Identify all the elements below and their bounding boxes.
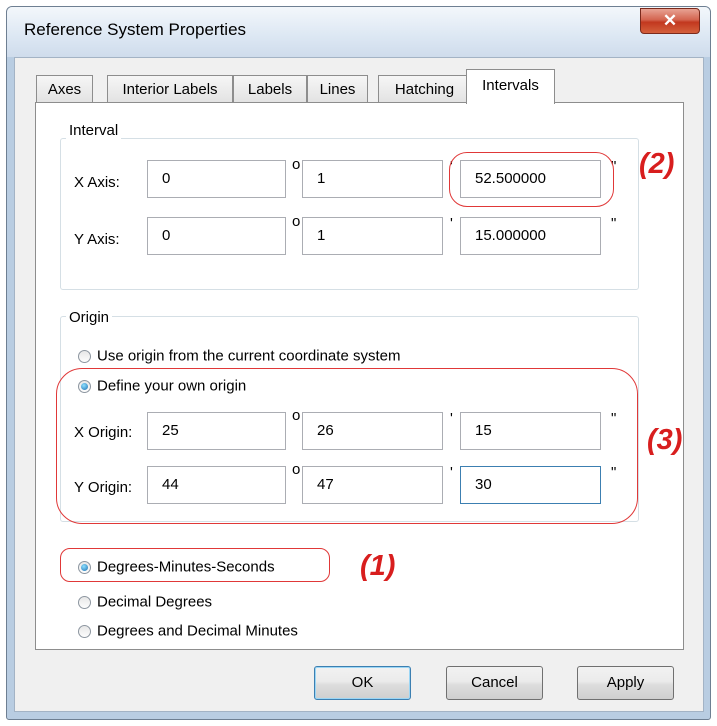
- annotation-label-3: (3): [647, 424, 683, 456]
- close-icon: ✕: [662, 11, 678, 30]
- use-current-origin-label: Use origin from the current coordinate s…: [97, 347, 401, 365]
- radio-unchecked-icon: [78, 349, 91, 363]
- x-axis-degrees-field[interactable]: 0: [147, 160, 286, 198]
- tab-interior-labels[interactable]: Interior Labels: [107, 75, 233, 103]
- ok-button[interactable]: OK: [314, 666, 411, 700]
- x-axis-minutes-field[interactable]: 1: [302, 160, 443, 198]
- y-axis-seconds-field[interactable]: 15.000000: [460, 217, 601, 255]
- decimal-degrees-label: Decimal Degrees: [97, 593, 213, 611]
- degrees-decimal-minutes-label: Degrees and Decimal Minutes: [97, 622, 298, 640]
- y-axis-label: Y Axis:: [74, 231, 120, 248]
- origin-group-label: Origin: [66, 309, 113, 326]
- degree-symbol: o: [292, 156, 301, 173]
- degrees-decimal-minutes-radio[interactable]: Degrees and Decimal Minutes: [78, 622, 298, 642]
- interval-group-label: Interval: [66, 122, 122, 139]
- annotation-outline-3: [56, 368, 638, 524]
- x-axis-label: X Axis:: [74, 174, 120, 191]
- y-axis-minutes-field[interactable]: 1: [302, 217, 443, 255]
- close-button[interactable]: ✕: [640, 8, 700, 34]
- annotation-label-1: (1): [360, 550, 396, 582]
- y-axis-degrees-field[interactable]: 0: [147, 217, 286, 255]
- annotation-outline-1: [60, 548, 330, 582]
- apply-button[interactable]: Apply: [577, 666, 674, 700]
- tab-intervals[interactable]: Intervals: [466, 69, 555, 104]
- minute-symbol: ': [450, 215, 453, 232]
- radio-unchecked-icon: [78, 595, 91, 609]
- tab-lines[interactable]: Lines: [307, 75, 368, 103]
- second-symbol: ": [611, 215, 617, 232]
- radio-unchecked-icon: [78, 624, 91, 638]
- annotation-outline-2: [449, 152, 614, 207]
- tab-axes[interactable]: Axes: [36, 75, 93, 103]
- tab-hatching[interactable]: Hatching: [378, 75, 471, 103]
- window-title: Reference System Properties: [24, 20, 247, 39]
- annotation-label-2: (2): [639, 148, 675, 180]
- degree-symbol: o: [292, 213, 301, 230]
- decimal-degrees-radio[interactable]: Decimal Degrees: [78, 593, 212, 613]
- cancel-button[interactable]: Cancel: [446, 666, 543, 700]
- tab-labels[interactable]: Labels: [233, 75, 307, 103]
- use-current-origin-radio[interactable]: Use origin from the current coordinate s…: [78, 347, 400, 367]
